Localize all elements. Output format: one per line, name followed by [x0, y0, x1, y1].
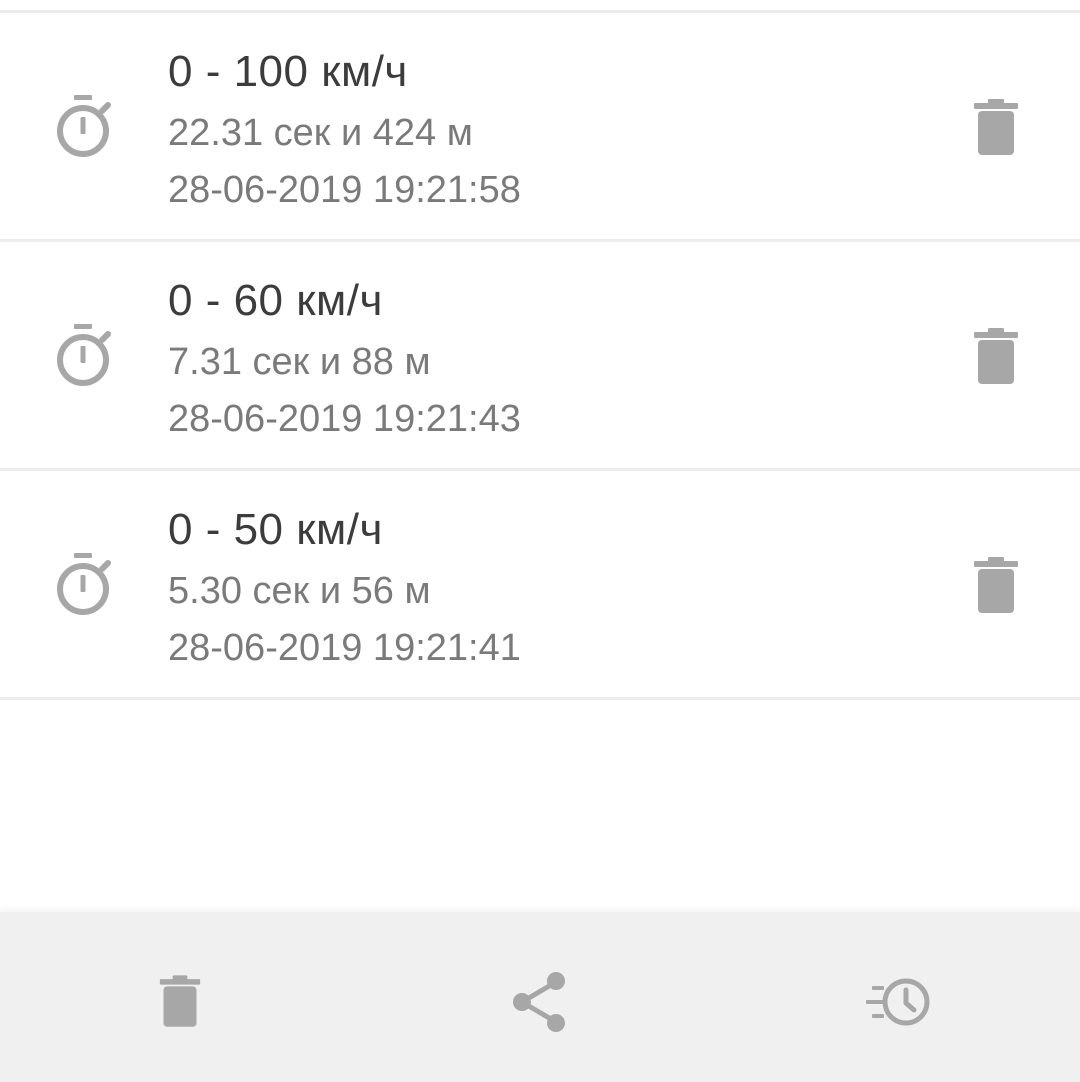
- result-title: 0 - 100 км/ч: [168, 47, 408, 96]
- bottom-action-bar: [0, 912, 1080, 1082]
- stopwatch-icon: [57, 95, 111, 157]
- result-timestamp: 28-06-2019 19:21:41: [168, 627, 521, 669]
- stopwatch-icon: [57, 324, 111, 386]
- history-button[interactable]: [862, 966, 934, 1038]
- result-detail: 22.31 сек и 424 м: [168, 112, 473, 154]
- share-icon: [513, 972, 565, 1032]
- result-detail: 5.30 сек и 56 м: [168, 570, 431, 612]
- result-detail: 7.31 сек и 88 м: [168, 341, 431, 383]
- result-timestamp: 28-06-2019 19:21:58: [168, 169, 521, 211]
- stopwatch-icon: [57, 553, 111, 615]
- trash-icon: [159, 975, 201, 1027]
- result-timestamp: 28-06-2019 19:21:43: [168, 398, 521, 440]
- share-button[interactable]: [504, 966, 576, 1038]
- trash-icon[interactable]: [972, 328, 1020, 386]
- trash-icon[interactable]: [972, 557, 1020, 615]
- delete-all-button[interactable]: [144, 966, 216, 1038]
- history-icon: [866, 978, 930, 1026]
- list-item[interactable]: 0 - 100 км/ч 22.31 сек и 424 м 28-06-201…: [0, 13, 1080, 242]
- results-list: 0 - 100 км/ч 22.31 сек и 424 м 28-06-201…: [0, 13, 1080, 700]
- result-title: 0 - 60 км/ч: [168, 276, 383, 325]
- trash-icon[interactable]: [972, 99, 1020, 157]
- list-item[interactable]: 0 - 60 км/ч 7.31 сек и 88 м 28-06-2019 1…: [0, 242, 1080, 471]
- result-title: 0 - 50 км/ч: [168, 505, 383, 554]
- list-item[interactable]: 0 - 50 км/ч 5.30 сек и 56 м 28-06-2019 1…: [0, 471, 1080, 700]
